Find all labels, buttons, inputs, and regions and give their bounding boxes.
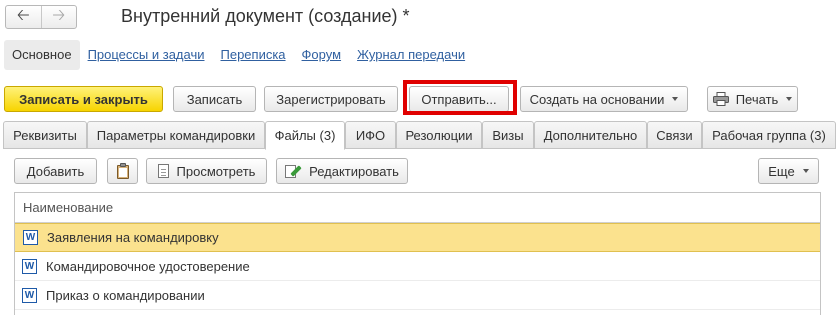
view-button[interactable]: Просмотреть <box>146 158 267 184</box>
clipboard-icon <box>116 163 130 179</box>
tab-work-group[interactable]: Рабочая группа (3) <box>702 121 836 149</box>
view-label: Просмотреть <box>176 163 256 179</box>
tab-divider <box>3 148 836 149</box>
register-button[interactable]: Зарегистрировать <box>264 86 398 112</box>
printer-icon <box>712 92 729 106</box>
table-row[interactable]: W Командировочное удостоверение <box>15 252 820 281</box>
document-icon <box>157 164 169 178</box>
clipboard-button[interactable] <box>107 158 138 184</box>
section-link-transfer-log[interactable]: Журнал передачи <box>349 40 473 70</box>
tab-visas[interactable]: Визы <box>482 121 534 149</box>
file-name: Приказ о командировании <box>46 287 205 303</box>
chevron-down-icon <box>802 169 809 173</box>
add-file-button[interactable]: Добавить <box>14 158 97 184</box>
arrow-right-icon[interactable]: 🡢 <box>40 6 77 28</box>
section-link-forum[interactable]: Форум <box>294 40 350 70</box>
tab-links[interactable]: Связи <box>647 121 702 149</box>
word-file-icon: W <box>22 258 37 274</box>
section-link-processes[interactable]: Процессы и задачи <box>80 40 213 70</box>
arrow-left-icon[interactable]: 🡠 <box>6 6 41 28</box>
navigation-buttons: 🡠 🡢 <box>5 5 77 29</box>
file-name: Командировочное удостоверение <box>46 258 250 274</box>
more-button[interactable]: Еще <box>758 158 819 184</box>
section-nav: Основное Процессы и задачи Переписка Фор… <box>4 40 473 70</box>
chevron-down-icon <box>786 97 793 101</box>
edit-document-icon <box>285 163 302 179</box>
save-and-close-button[interactable]: Записать и закрыть <box>4 86 163 112</box>
create-based-on-label: Создать на основании <box>529 91 665 107</box>
tab-trip-params[interactable]: Параметры командировки <box>87 121 265 149</box>
more-label: Еще <box>768 163 795 179</box>
word-file-icon: W <box>23 230 38 245</box>
table-row[interactable]: W Приказ о командировании <box>15 281 820 310</box>
edit-label: Редактировать <box>309 163 399 179</box>
word-file-icon: W <box>22 287 37 303</box>
tab-resolutions[interactable]: Резолюции <box>396 121 482 149</box>
chevron-down-icon <box>672 97 679 101</box>
create-based-on-button[interactable]: Создать на основании <box>520 86 688 112</box>
save-button[interactable]: Записать <box>173 86 256 112</box>
tab-ifo[interactable]: ИФО <box>345 121 396 149</box>
section-link-main[interactable]: Основное <box>4 40 80 70</box>
tab-bar: Реквизиты Параметры командировки Файлы (… <box>3 121 836 150</box>
file-name: Заявления на командировку <box>47 230 219 245</box>
tab-files[interactable]: Файлы (3) <box>265 121 345 150</box>
print-label: Печать <box>735 91 779 107</box>
send-button-highlight <box>403 80 517 115</box>
tab-requisites[interactable]: Реквизиты <box>3 121 87 149</box>
column-header-name[interactable]: Наименование <box>15 193 820 223</box>
tab-additional[interactable]: Дополнительно <box>534 121 647 149</box>
edit-button[interactable]: Редактировать <box>276 158 408 184</box>
page-title: Внутренний документ (создание) * <box>121 6 410 26</box>
print-button[interactable]: Печать <box>707 86 798 112</box>
files-table: Наименование W Заявления на командировку… <box>14 192 821 315</box>
table-row[interactable]: W Заявления на командировку <box>15 223 820 252</box>
section-link-correspondence[interactable]: Переписка <box>213 40 294 70</box>
